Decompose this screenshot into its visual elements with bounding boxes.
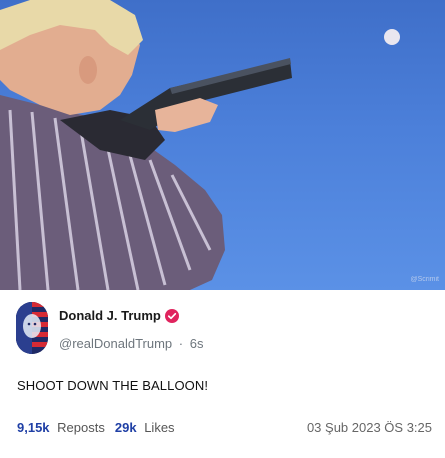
- post-photo[interactable]: @Scrimit: [0, 0, 445, 290]
- reposts-label: Reposts: [57, 420, 105, 435]
- handle-row: @realDonaldTrump · 6s: [59, 336, 203, 351]
- likes-label: Likes: [144, 420, 175, 435]
- post-age[interactable]: 6s: [190, 336, 204, 351]
- likes-stat[interactable]: 29k Likes: [115, 420, 175, 435]
- verified-badge-icon: [164, 308, 179, 323]
- name-row: Donald J. Trump: [59, 308, 179, 323]
- post-card: Donald J. Trump @realDonaldTrump · 6s SH…: [0, 290, 445, 458]
- photo-illustration: [0, 0, 400, 290]
- reposts-stat[interactable]: 9,15k Reposts: [17, 420, 105, 435]
- post-text: SHOOT DOWN THE BALLOON!: [17, 378, 209, 393]
- post-timestamp[interactable]: 03 Şub 2023 ÖS 3:25: [307, 420, 432, 435]
- balloon-shape: [384, 29, 400, 45]
- display-name[interactable]: Donald J. Trump: [59, 308, 161, 323]
- photo-watermark: @Scrimit: [410, 276, 440, 283]
- avatar-flag-portrait: [16, 302, 48, 354]
- post-screenshot: @Scrimit Donald J. Trump @realDonaldTrum…: [0, 0, 445, 458]
- separator: ·: [178, 336, 184, 351]
- engagement-stats: 9,15k Reposts 29k Likes: [17, 420, 185, 435]
- avatar[interactable]: [16, 302, 48, 354]
- handle[interactable]: @realDonaldTrump: [59, 336, 172, 351]
- reposts-count: 9,15k: [17, 420, 50, 435]
- likes-count: 29k: [114, 420, 137, 435]
